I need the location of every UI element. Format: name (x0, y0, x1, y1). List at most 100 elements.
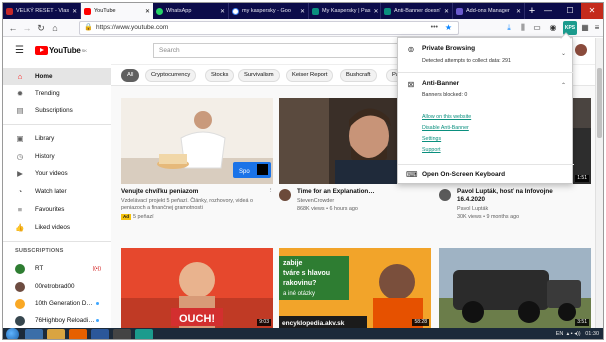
video-thumbnail[interactable]: zabije tváre s hlavou rakovinu? a iné ot… (279, 248, 431, 328)
avatar[interactable] (575, 44, 587, 56)
video-title[interactable]: Venujte chvíľku peniazom (121, 188, 266, 196)
page-scrollbar[interactable] (595, 38, 603, 328)
sidebar-item-home[interactable]: ⌂ Home (3, 68, 111, 85)
back-arrow-icon[interactable]: ← (7, 22, 19, 34)
ad-badge: Ad (121, 214, 131, 220)
chip-stocks[interactable]: Stocks (205, 69, 235, 82)
video-title[interactable]: Time for an Explanation… (297, 188, 427, 196)
divider (398, 72, 574, 73)
account-icon[interactable]: ◉ (547, 22, 559, 34)
subscription-item[interactable]: 10th Generation D… (3, 295, 111, 312)
video-thumbnail[interactable]: OUCH! 9:03 (121, 248, 273, 328)
subscription-item[interactable]: 00retrobrad00 (3, 278, 111, 295)
sidebar-item-liked-videos[interactable]: 👍 Liked videos (3, 219, 111, 236)
close-icon[interactable]: ✕ (297, 8, 305, 15)
video-thumbnail[interactable]: 3:51 (439, 248, 591, 328)
more-options-icon[interactable]: ⋮ (268, 188, 273, 195)
tab-anti-banner[interactable]: Anti-Banner doesn' ✕ (381, 3, 453, 19)
close-icon[interactable]: ✕ (371, 8, 379, 15)
video-stats: 868K views • 6 hours ago (297, 206, 358, 212)
search-input[interactable]: Search (153, 43, 403, 58)
tab-velky-reset[interactable]: VELKÝ RESET - Vlas ✕ (3, 3, 81, 19)
sidebar-item-favourites[interactable]: ≡ Favourites (3, 201, 111, 218)
tab-my-kaspersky[interactable]: My Kaspersky | Pas ✕ (309, 3, 381, 19)
channel-avatar[interactable] (279, 189, 291, 201)
chevron-up-icon[interactable]: ⌃ (561, 82, 566, 89)
tab-whatsapp[interactable]: WhatsApp ✕ (153, 3, 229, 19)
extension-icon[interactable]: ▦ (579, 22, 591, 34)
taskbar-app-explorer[interactable] (47, 329, 65, 339)
channel-avatar[interactable] (439, 189, 451, 201)
sidebar-item-watch-later[interactable]: ◔ Watch later (3, 183, 111, 200)
hamburger-menu-icon[interactable]: ☰ (15, 45, 24, 56)
language-indicator[interactable]: EN (556, 331, 564, 337)
thumbnail-overlay-text: encyklopedia.akv.sk (282, 320, 345, 327)
close-icon[interactable]: ✕ (69, 8, 77, 15)
taskbar-app-firefox[interactable] (69, 329, 87, 339)
settings-link[interactable]: Settings (422, 136, 441, 142)
chip-keiser-report[interactable]: Keiser Report (286, 69, 334, 82)
keyboard-title: Open On-Screen Keyboard (422, 171, 506, 178)
sidebar-item-subscriptions[interactable]: ▤ Subscriptions (3, 102, 111, 119)
chip-all[interactable]: All (121, 69, 140, 82)
video-title[interactable]: Pavol Lupták, hosť na Infovojne 16.4.202… (457, 188, 587, 204)
on-screen-keyboard-section[interactable]: ⌨ Open On-Screen Keyboard (398, 166, 574, 184)
anti-banner-subtitle: Banners blocked: 0 (422, 92, 468, 98)
sidebar-item-library[interactable]: ▣ Library (3, 130, 111, 147)
disable-anti-banner-link[interactable]: Disable Anti-Banner (422, 125, 469, 131)
sidebar-item-label: Subscriptions (35, 107, 73, 114)
anti-banner-title: Anti-Banner (422, 80, 460, 87)
allow-on-site-link[interactable]: Allow on this website (422, 114, 471, 120)
close-icon[interactable]: ✕ (513, 8, 521, 15)
library-icon[interactable]: ⫼ (517, 22, 529, 34)
tab-youtube[interactable]: YouTube ✕ (81, 3, 153, 19)
clock[interactable]: 01:30 (585, 331, 599, 337)
close-window-icon[interactable]: ✕ (581, 3, 603, 19)
chevron-down-icon[interactable]: ⌄ (561, 50, 566, 57)
taskbar-app-kaspersky[interactable] (135, 329, 153, 339)
chip-cryptocurrency[interactable]: Cryptocurrency (145, 69, 197, 82)
reload-icon[interactable]: ↻ (35, 22, 47, 34)
url-bar[interactable]: 🔒 https://www.youtube.com ••• ★ (79, 21, 459, 35)
scrollbar-thumb[interactable] (597, 68, 602, 138)
minimize-icon[interactable]: — (537, 3, 559, 19)
divider (3, 241, 111, 242)
tab-label: Anti-Banner doesn' (394, 8, 441, 14)
video-thumbnail[interactable]: Spo (121, 98, 273, 184)
start-button-icon[interactable] (6, 328, 19, 339)
bookmark-star-icon[interactable]: ★ (445, 22, 452, 34)
sidebar-icon[interactable]: ▭ (531, 22, 543, 34)
forward-arrow-icon[interactable]: → (21, 22, 33, 34)
anti-banner-icon: ⊠ (407, 80, 415, 89)
tab-google[interactable]: my kaspersky - Goo ✕ (229, 3, 309, 19)
taskbar-app-word[interactable] (91, 329, 109, 339)
close-icon[interactable]: ✕ (142, 8, 150, 15)
sidebar-item-history[interactable]: ◷ History (3, 148, 111, 165)
close-icon[interactable]: ✕ (217, 8, 225, 15)
sidebar-item-trending[interactable]: ✹ Trending (3, 85, 111, 102)
sidebar-item-your-videos[interactable]: ▶ Your videos (3, 165, 111, 182)
menu-icon[interactable]: ≡ (591, 22, 603, 34)
taskbar-app-ie[interactable] (25, 329, 43, 339)
divider (398, 164, 574, 165)
private-browsing-section[interactable]: ⊚ Private Browsing Detected attempts to … (398, 38, 574, 70)
channel-avatar (15, 281, 25, 292)
channel-name[interactable]: Pavol Lupták (457, 206, 488, 213)
download-icon[interactable]: ⤓ (503, 22, 515, 34)
close-icon[interactable]: ✕ (441, 8, 449, 15)
taskbar-app-media[interactable] (113, 329, 131, 339)
chip-bushcraft[interactable]: Bushcraft (340, 69, 377, 82)
svg-text:Spo: Spo (239, 169, 250, 175)
ad-info: Ad 5 peňazí (121, 214, 154, 221)
subscription-item[interactable]: RT ((•)) (3, 260, 111, 277)
chip-survivalism[interactable]: Survivalism (238, 69, 280, 82)
tab-addons[interactable]: Add-ons Manager ✕ (453, 3, 525, 19)
youtube-logo[interactable]: YouTube SK (35, 46, 87, 55)
channel-name[interactable]: StevenCrowder (297, 198, 334, 205)
subscription-item[interactable]: 76Highboy Reloadi… (3, 312, 111, 329)
page-actions-icon[interactable]: ••• (431, 22, 438, 34)
maximize-icon[interactable]: ☐ (559, 3, 581, 19)
channel-name[interactable]: 5 peňazí (133, 214, 154, 220)
support-link[interactable]: Support (422, 147, 441, 153)
home-icon[interactable]: ⌂ (49, 22, 61, 34)
